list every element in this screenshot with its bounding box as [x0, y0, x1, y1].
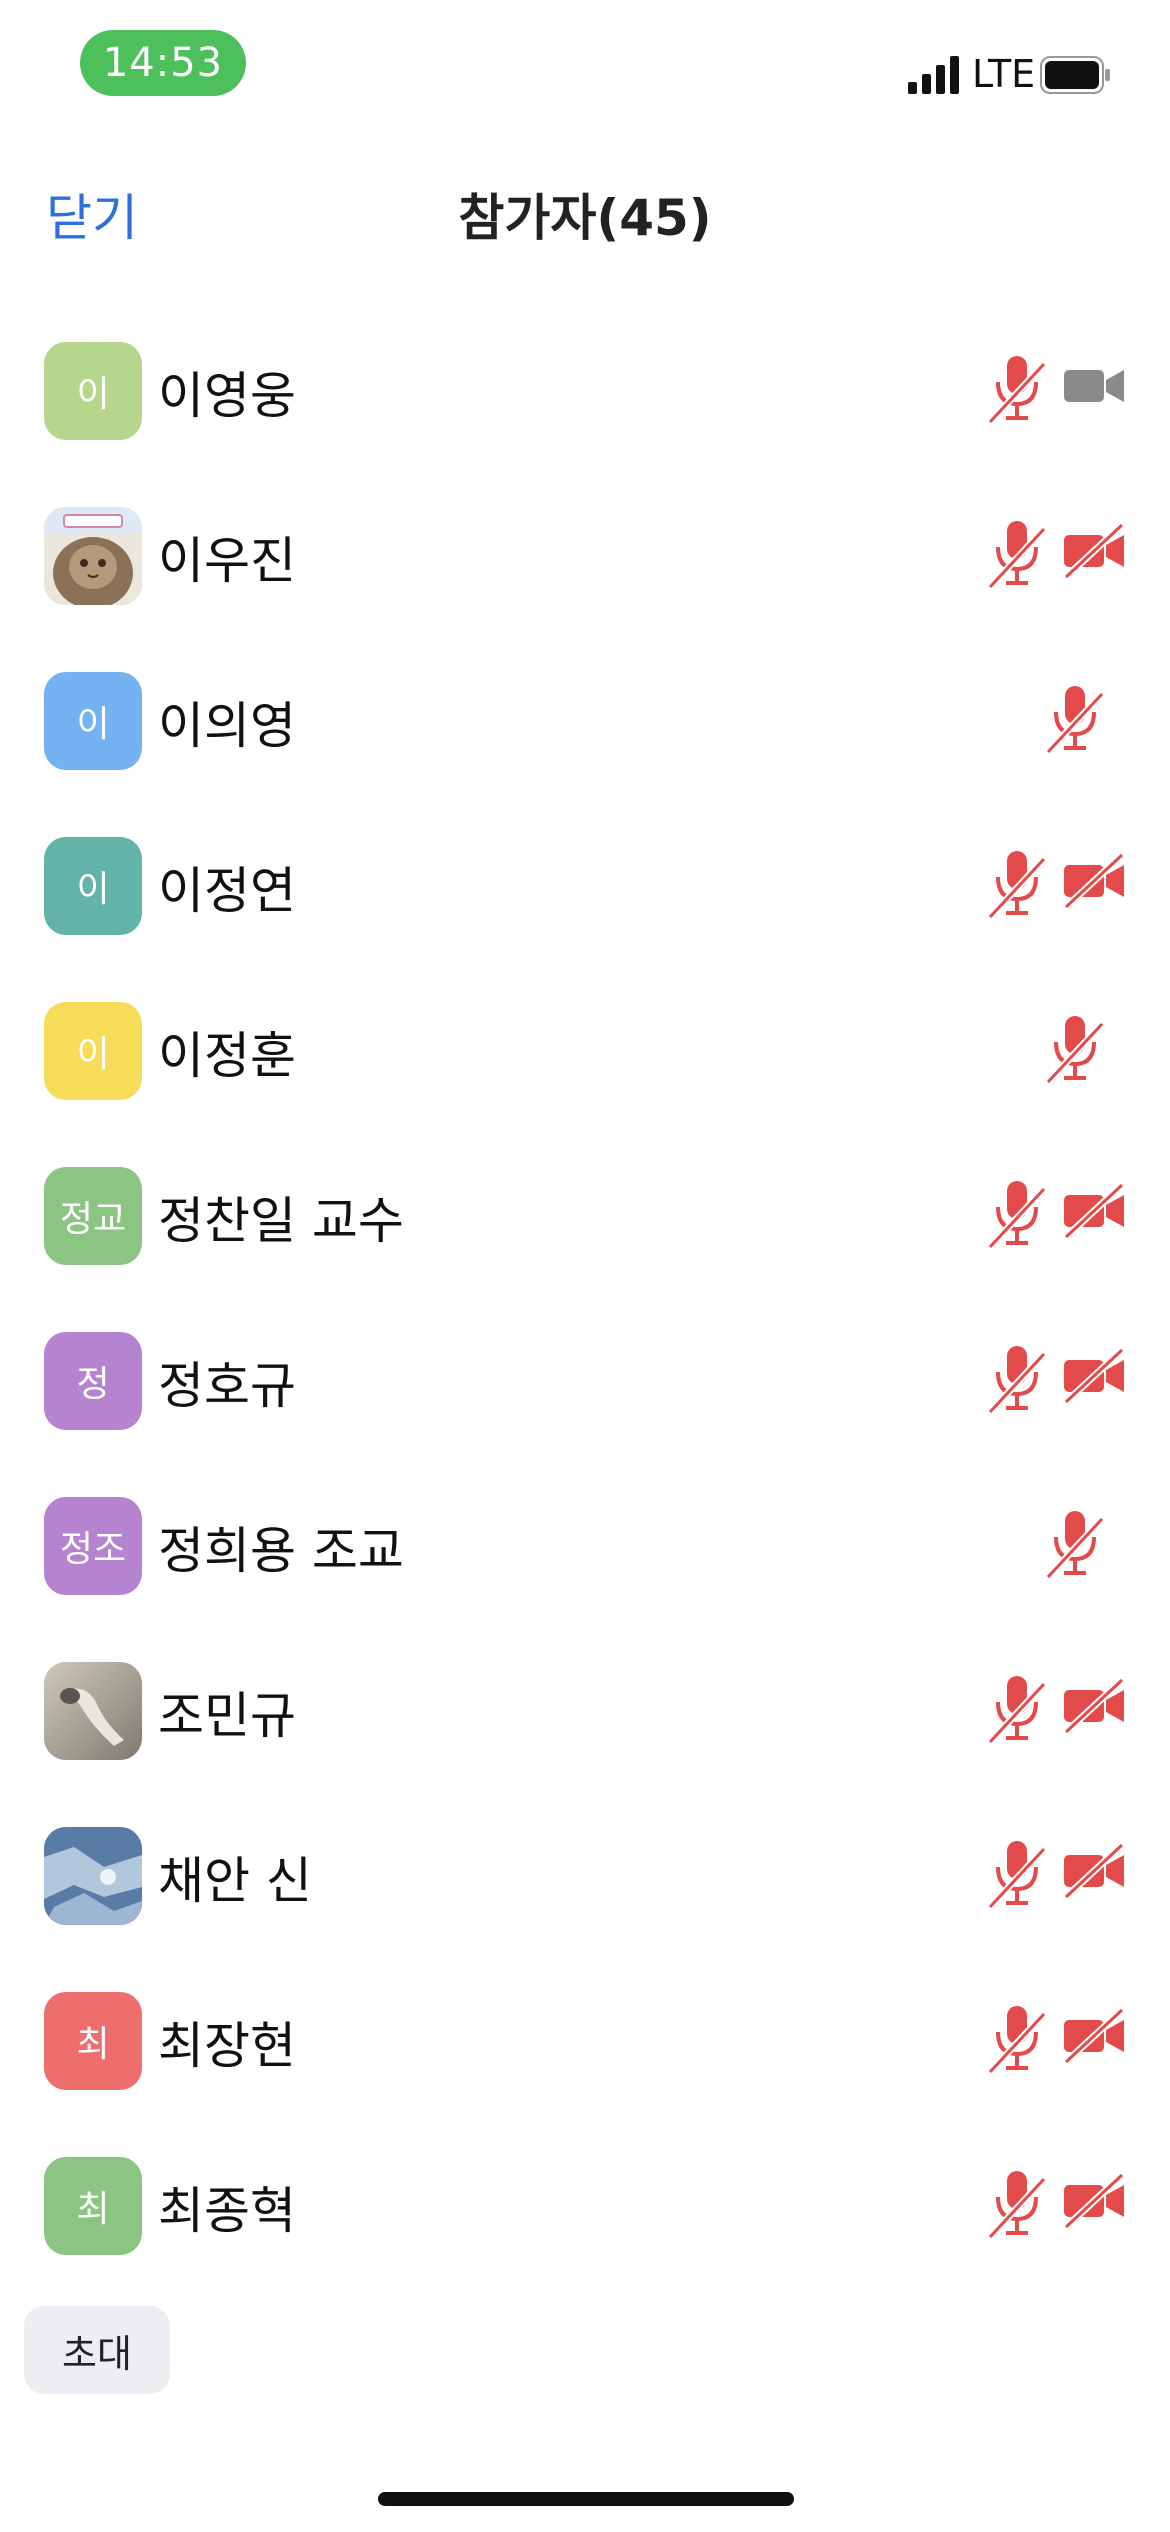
- video-off-icon[interactable]: [1062, 2007, 1126, 2068]
- video-camera-icon[interactable]: [1062, 358, 1126, 418]
- mic-muted-icon[interactable]: [1044, 1012, 1106, 1092]
- mic-muted-icon[interactable]: [986, 1177, 1048, 1257]
- participant-name: 채안 신: [158, 1852, 312, 1910]
- participant-row[interactable]: 이 이영웅: [0, 290, 1170, 455]
- participant-name: 최종혁: [158, 2182, 296, 2240]
- avatar: 정: [44, 1332, 142, 1430]
- participant-row[interactable]: 채안 신: [0, 1775, 1170, 1940]
- participant-name: 조민규: [158, 1687, 296, 1745]
- avatar-initial: 최: [76, 2024, 110, 2065]
- participant-name: 정희용 조교: [158, 1522, 404, 1580]
- participant-name: 이정훈: [158, 1027, 296, 1085]
- navigation-bar: 닫기 참가자(45): [0, 160, 1170, 250]
- video-off-icon[interactable]: [1062, 1677, 1126, 1738]
- avatar-initial: 최: [76, 2189, 110, 2230]
- mic-muted-icon[interactable]: [986, 1837, 1048, 1917]
- invite-label: 초대: [62, 2331, 132, 2376]
- participant-row[interactable]: 이 이정연: [0, 785, 1170, 950]
- page-title: 참가자(45): [458, 189, 712, 247]
- participant-row[interactable]: 정 정호규: [0, 1280, 1170, 1445]
- mic-muted-icon[interactable]: [1044, 682, 1106, 762]
- participant-row[interactable]: 이 이정훈: [0, 950, 1170, 1115]
- mic-muted-icon[interactable]: [986, 352, 1048, 432]
- participant-name: 정찬일 교수: [158, 1192, 404, 1250]
- avatar-initial: 정조: [59, 1529, 127, 1570]
- avatar-initial: 이: [76, 704, 110, 745]
- avatar-initial: 이: [76, 374, 110, 415]
- participant-list: 이 이영웅 이우진 이 이의영 이 이정연 이 이정훈 정교 정찬일 교수 정 …: [0, 290, 1170, 2270]
- mic-muted-icon[interactable]: [986, 1342, 1048, 1422]
- avatar: 이: [44, 1002, 142, 1100]
- time-pill[interactable]: 14:53: [80, 30, 246, 96]
- cellular-signal-icon: [908, 56, 959, 94]
- mic-muted-icon[interactable]: [1044, 1507, 1106, 1587]
- avatar: [44, 1827, 142, 1925]
- mic-muted-icon[interactable]: [986, 2002, 1048, 2082]
- mic-muted-icon[interactable]: [986, 1672, 1048, 1752]
- home-indicator: [378, 2492, 794, 2506]
- status-time: 14:53: [102, 40, 224, 86]
- participant-name: 이영웅: [158, 367, 296, 425]
- avatar-initial: 정: [76, 1364, 110, 1405]
- avatar-initial: 이: [76, 1034, 110, 1075]
- avatar: 이: [44, 342, 142, 440]
- participant-row[interactable]: 조민규: [0, 1610, 1170, 1775]
- video-off-icon[interactable]: [1062, 852, 1126, 913]
- participant-row[interactable]: 정조 정희용 조교: [0, 1445, 1170, 1610]
- participant-row[interactable]: 이우진: [0, 455, 1170, 620]
- participant-name: 최장현: [158, 2017, 296, 2075]
- video-off-icon[interactable]: [1062, 1842, 1126, 1903]
- avatar: 정교: [44, 1167, 142, 1265]
- participant-name: 이우진: [158, 532, 296, 590]
- avatar: 이: [44, 672, 142, 770]
- mic-muted-icon[interactable]: [986, 847, 1048, 927]
- avatar-initial: 이: [76, 869, 110, 910]
- participant-row[interactable]: 최 최장현: [0, 1940, 1170, 2105]
- video-off-icon[interactable]: [1062, 1182, 1126, 1243]
- video-off-icon[interactable]: [1062, 2172, 1126, 2233]
- mic-muted-icon[interactable]: [986, 2167, 1048, 2247]
- avatar: [44, 1662, 142, 1760]
- video-off-icon[interactable]: [1062, 522, 1126, 583]
- status-bar: 14:53 LTE: [0, 0, 1170, 140]
- invite-button[interactable]: 초대: [24, 2306, 170, 2394]
- avatar: [44, 507, 142, 605]
- participant-row[interactable]: 최 최종혁: [0, 2105, 1170, 2270]
- participant-name: 정호규: [158, 1357, 296, 1415]
- avatar: 정조: [44, 1497, 142, 1595]
- participant-row[interactable]: 정교 정찬일 교수: [0, 1115, 1170, 1280]
- video-off-icon[interactable]: [1062, 1347, 1126, 1408]
- participant-name: 이의영: [158, 697, 296, 755]
- avatar-initial: 정교: [59, 1199, 127, 1240]
- mic-muted-icon[interactable]: [986, 517, 1048, 597]
- battery-icon: [1040, 56, 1110, 94]
- avatar: 이: [44, 837, 142, 935]
- avatar: 최: [44, 2157, 142, 2255]
- participant-row[interactable]: 이 이의영: [0, 620, 1170, 785]
- participant-name: 이정연: [158, 862, 296, 920]
- network-type: LTE: [972, 52, 1036, 96]
- avatar: 최: [44, 1992, 142, 2090]
